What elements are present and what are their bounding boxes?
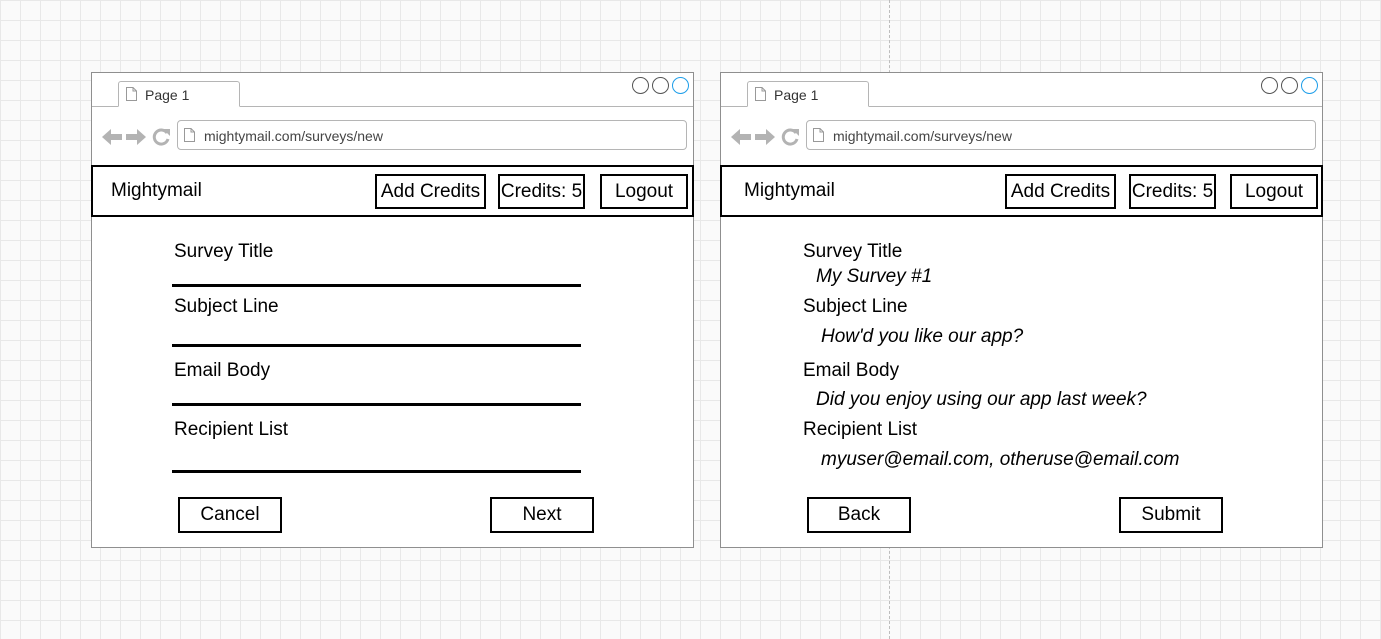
recipient-list-label: Recipient List (803, 419, 918, 440)
tab-label: Page 1 (145, 87, 190, 103)
doc-icon (126, 87, 137, 101)
window-controls (632, 77, 689, 94)
browser-window-form: Page 1 mightymail.com/surveys/new Mighty… (91, 72, 694, 548)
minimize-circle-icon[interactable] (1261, 77, 1278, 94)
browser-tab[interactable]: Page 1 (747, 81, 869, 107)
minimize-circle-icon[interactable] (632, 77, 649, 94)
credits-display: Credits: 5 (498, 174, 585, 209)
back-arrow-icon[interactable] (731, 128, 751, 146)
doc-icon (755, 87, 766, 101)
forward-arrow-icon[interactable] (755, 128, 775, 146)
maximize-circle-icon[interactable] (652, 77, 669, 94)
cancel-button[interactable]: Cancel (178, 497, 282, 533)
browser-tab[interactable]: Page 1 (118, 81, 240, 107)
add-credits-button[interactable]: Add Credits (1005, 174, 1116, 209)
reload-icon[interactable] (781, 128, 801, 146)
window-controls (1261, 77, 1318, 94)
address-bar[interactable]: mightymail.com/surveys/new (806, 120, 1316, 150)
url-text: mightymail.com/surveys/new (204, 128, 383, 144)
tab-strip: Page 1 (92, 73, 693, 107)
recipient-list-label: Recipient List (174, 419, 289, 440)
subject-line-label: Subject Line (803, 296, 908, 317)
email-body-label: Email Body (174, 360, 271, 381)
survey-title-value: My Survey #1 (816, 266, 933, 287)
next-button[interactable]: Next (490, 497, 594, 533)
forward-arrow-icon[interactable] (126, 128, 146, 146)
maximize-circle-icon[interactable] (1281, 77, 1298, 94)
email-body-input[interactable] (172, 403, 581, 406)
submit-button[interactable]: Submit (1119, 497, 1223, 533)
doc-icon (184, 128, 195, 142)
email-body-label: Email Body (803, 360, 900, 381)
url-text: mightymail.com/surveys/new (833, 128, 1012, 144)
back-arrow-icon[interactable] (102, 128, 122, 146)
doc-icon (813, 128, 824, 142)
subject-line-value: How'd you like our app? (821, 326, 1024, 347)
address-bar[interactable]: mightymail.com/surveys/new (177, 120, 687, 150)
tab-label: Page 1 (774, 87, 819, 103)
close-circle-icon[interactable] (1301, 77, 1318, 94)
tab-strip: Page 1 (721, 73, 1322, 107)
recipient-list-value: myuser@email.com, otheruse@email.com (821, 449, 1180, 470)
close-circle-icon[interactable] (672, 77, 689, 94)
navigation-bar: mightymail.com/surveys/new (721, 107, 1322, 165)
recipient-list-input[interactable] (172, 470, 581, 473)
email-body-value: Did you enjoy using our app last week? (816, 389, 1147, 410)
app-header: Mightymail Add Credits Credits: 5 Logout (91, 165, 694, 217)
brand-name[interactable]: Mightymail (744, 180, 835, 202)
survey-title-label: Survey Title (803, 241, 903, 262)
survey-title-label: Survey Title (174, 241, 274, 262)
logout-button[interactable]: Logout (600, 174, 688, 209)
credits-display: Credits: 5 (1129, 174, 1216, 209)
subject-line-label: Subject Line (174, 296, 279, 317)
subject-line-input[interactable] (172, 344, 581, 347)
add-credits-button[interactable]: Add Credits (375, 174, 486, 209)
reload-icon[interactable] (152, 128, 172, 146)
browser-window-review: Page 1 mightymail.com/surveys/new Mighty… (720, 72, 1323, 548)
back-button[interactable]: Back (807, 497, 911, 533)
survey-title-input[interactable] (172, 284, 581, 287)
app-header: Mightymail Add Credits Credits: 5 Logout (720, 165, 1323, 217)
brand-name[interactable]: Mightymail (111, 180, 202, 202)
logout-button[interactable]: Logout (1230, 174, 1318, 209)
navigation-bar: mightymail.com/surveys/new (92, 107, 693, 165)
